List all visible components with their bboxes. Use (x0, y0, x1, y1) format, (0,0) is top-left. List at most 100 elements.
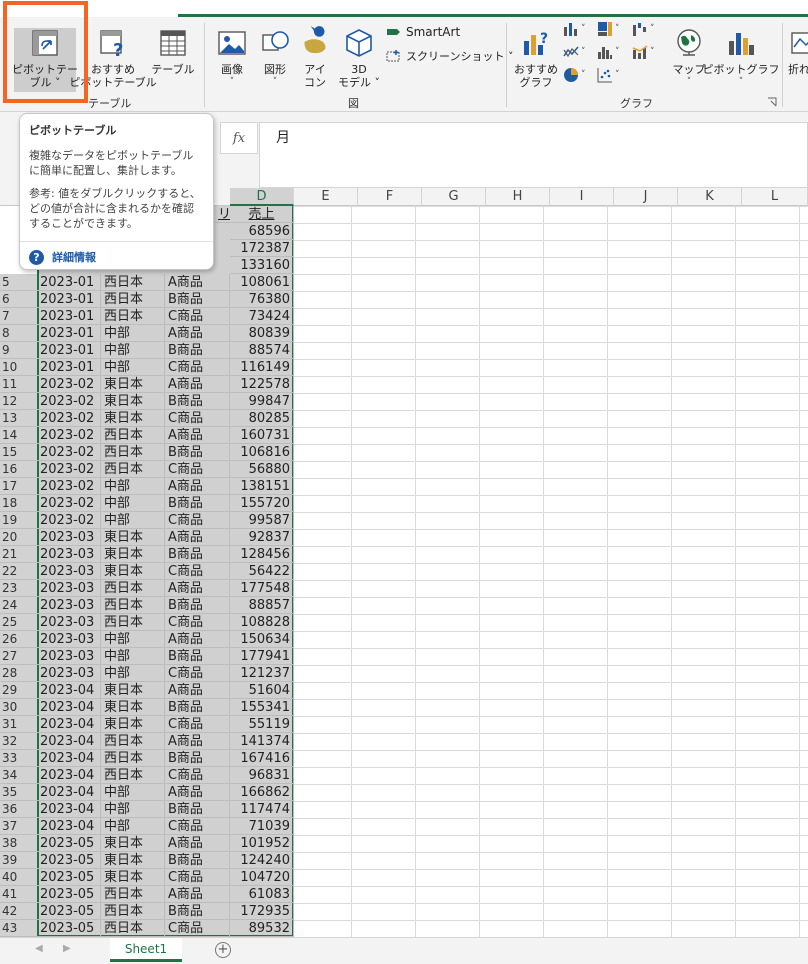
column-header-i[interactable]: I (550, 188, 614, 206)
cell-month[interactable]: 2023-05 (37, 869, 101, 886)
cell-product[interactable]: A商品 (165, 478, 230, 495)
column-header-g[interactable]: G (422, 188, 486, 206)
cell-month[interactable]: 2023-03 (37, 597, 101, 614)
cell-sales[interactable]: 167416 (230, 750, 294, 767)
cell-product[interactable]: B商品 (165, 903, 230, 920)
row-header[interactable]: 19 (0, 512, 37, 529)
row-header[interactable]: 15 (0, 444, 37, 461)
cell-region[interactable]: 中部 (101, 512, 165, 529)
column-header-d[interactable]: D (230, 188, 294, 206)
column-header-k[interactable]: K (678, 188, 742, 206)
cell-region[interactable]: 東日本 (101, 835, 165, 852)
cell-sales[interactable]: 121237 (230, 665, 294, 682)
column-header-l[interactable]: L (742, 188, 808, 206)
row-header[interactable]: 31 (0, 716, 37, 733)
cell-product[interactable]: A商品 (165, 886, 230, 903)
cell-product[interactable]: A商品 (165, 682, 230, 699)
cell-month[interactable]: 2023-05 (37, 886, 101, 903)
cell-product[interactable]: A商品 (165, 631, 230, 648)
cell-region[interactable]: 中部 (101, 325, 165, 342)
cell-product[interactable]: A商品 (165, 580, 230, 597)
tooltip-more-info-link[interactable]: ? 詳細情報 (29, 249, 96, 265)
cell-region[interactable]: 西日本 (101, 767, 165, 784)
cell-product[interactable]: B商品 (165, 546, 230, 563)
row-header[interactable]: 5 (0, 274, 37, 291)
row-header[interactable]: 7 (0, 308, 37, 325)
row-header[interactable]: 21 (0, 546, 37, 563)
cell-month[interactable]: 2023-01 (37, 291, 101, 308)
cell-region[interactable]: 西日本 (101, 886, 165, 903)
cell-month[interactable]: 2023-01 (37, 342, 101, 359)
cell-month[interactable]: 2023-02 (37, 410, 101, 427)
cell-region[interactable]: 東日本 (101, 410, 165, 427)
cell-region[interactable]: 東日本 (101, 852, 165, 869)
cell-product[interactable]: B商品 (165, 699, 230, 716)
cell-product[interactable]: C商品 (165, 359, 230, 376)
cell-month[interactable]: 2023-02 (37, 444, 101, 461)
row-header[interactable]: 23 (0, 580, 37, 597)
row-header[interactable]: 12 (0, 393, 37, 410)
cell-sales[interactable]: 128456 (230, 546, 294, 563)
cell-region[interactable]: 西日本 (101, 308, 165, 325)
cell-sales[interactable]: 76380 (230, 291, 294, 308)
cell-product[interactable]: C商品 (165, 716, 230, 733)
cell-region[interactable]: 東日本 (101, 393, 165, 410)
cell-sales[interactable]: 89532 (230, 920, 294, 937)
row-header[interactable]: 11 (0, 376, 37, 393)
row-header[interactable]: 14 (0, 427, 37, 444)
cell-sales[interactable]: 96831 (230, 767, 294, 784)
row-header[interactable]: 9 (0, 342, 37, 359)
cell-region[interactable]: 東日本 (101, 682, 165, 699)
cell-product[interactable]: B商品 (165, 291, 230, 308)
row-header[interactable]: 43 (0, 920, 37, 937)
cell-sales[interactable]: 99847 (230, 393, 294, 410)
cell-product[interactable]: B商品 (165, 597, 230, 614)
cell-sales[interactable]: 106816 (230, 444, 294, 461)
cell-sales[interactable]: 141374 (230, 733, 294, 750)
maps-button[interactable]: マップ ˅ (671, 27, 707, 89)
cell-sales[interactable]: 104720 (230, 869, 294, 886)
cell-month[interactable]: 2023-05 (37, 835, 101, 852)
row-header[interactable]: 27 (0, 648, 37, 665)
cell-sales[interactable]: 51604 (230, 682, 294, 699)
prev-sheet-icon[interactable]: ◀ (35, 943, 43, 954)
next-sheet-icon[interactable]: ▶ (63, 943, 71, 954)
row-header[interactable]: 38 (0, 835, 37, 852)
cell-month[interactable]: 2023-04 (37, 801, 101, 818)
cell-month[interactable]: 2023-04 (37, 716, 101, 733)
cell-sales[interactable]: 71039 (230, 818, 294, 835)
cell-month[interactable]: 2023-04 (37, 767, 101, 784)
row-header[interactable]: 6 (0, 291, 37, 308)
cell-product[interactable]: B商品 (165, 342, 230, 359)
cell-sales[interactable]: 101952 (230, 835, 294, 852)
cell-month[interactable]: 2023-03 (37, 580, 101, 597)
cell-product[interactable]: C商品 (165, 869, 230, 886)
cell-product[interactable]: C商品 (165, 665, 230, 682)
cell-sales[interactable]: 122578 (230, 376, 294, 393)
row-header[interactable]: 20 (0, 529, 37, 546)
cell-sales[interactable]: 73424 (230, 308, 294, 325)
cell-product[interactable]: A商品 (165, 325, 230, 342)
header-cell-d[interactable]: 売上 (230, 206, 294, 223)
cell-product[interactable]: B商品 (165, 750, 230, 767)
row-header[interactable]: 35 (0, 784, 37, 801)
cell-product[interactable]: A商品 (165, 733, 230, 750)
row-header[interactable]: 16 (0, 461, 37, 478)
cell-month[interactable]: 2023-02 (37, 393, 101, 410)
cell-month[interactable]: 2023-05 (37, 920, 101, 937)
cell-region[interactable]: 東日本 (101, 546, 165, 563)
row-header[interactable]: 10 (0, 359, 37, 376)
add-sheet-icon[interactable]: + (215, 942, 231, 958)
column-chart-button[interactable]: ˅ (563, 21, 586, 37)
cell-sales[interactable]: 108061 (230, 274, 294, 291)
cell-region[interactable]: 中部 (101, 478, 165, 495)
cell-month[interactable]: 2023-05 (37, 852, 101, 869)
cell-month[interactable]: 2023-03 (37, 563, 101, 580)
cell-sales[interactable]: 56422 (230, 563, 294, 580)
cell-month[interactable]: 2023-03 (37, 631, 101, 648)
cell-product[interactable]: C商品 (165, 767, 230, 784)
cell-region[interactable]: 中部 (101, 631, 165, 648)
cell-month[interactable]: 2023-01 (37, 308, 101, 325)
row-header[interactable]: 32 (0, 733, 37, 750)
row-header[interactable]: 33 (0, 750, 37, 767)
